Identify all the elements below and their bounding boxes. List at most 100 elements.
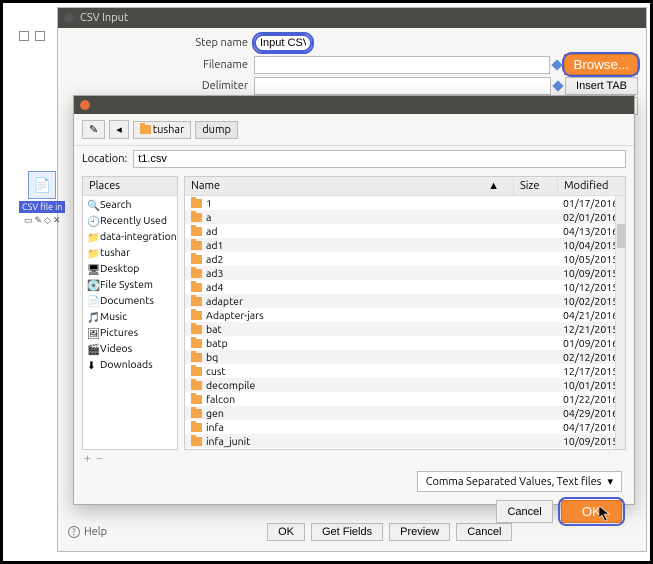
place-icon: 📁: [87, 231, 97, 241]
places-item[interactable]: 📁data-integration: [83, 228, 177, 244]
file-row[interactable]: ad110/04/2015: [185, 238, 625, 252]
place-icon: 📁: [87, 247, 97, 257]
file-row[interactable]: cust12/17/2015: [185, 364, 625, 378]
places-item[interactable]: 📄Documents: [83, 292, 177, 308]
close-icon[interactable]: [80, 100, 90, 110]
place-icon: 🎬: [87, 343, 97, 353]
scrollbar[interactable]: [615, 196, 625, 449]
folder-icon: [191, 199, 202, 208]
folder-icon: [191, 409, 202, 418]
folder-icon: [191, 367, 202, 376]
csv-step-node[interactable]: 📄 CSV file in ▭✎◇✕: [19, 171, 65, 226]
folder-icon: [191, 241, 202, 250]
browse-button[interactable]: Browse...: [564, 54, 638, 75]
fd-titlebar: [74, 96, 634, 114]
places-item[interactable]: 🖥Desktop: [83, 260, 177, 276]
places-item[interactable]: 🎬Videos: [83, 340, 177, 356]
places-panel: Places 🔍Search🕘Recently Used📁data-integr…: [82, 176, 178, 450]
step-name-label: Step name: [66, 37, 254, 49]
col-size-header[interactable]: Size: [513, 177, 557, 195]
place-icon: 🖼: [87, 327, 97, 337]
file-row[interactable]: infa04/17/2016: [185, 420, 625, 434]
folder-icon: [191, 297, 202, 306]
place-icon: 💽: [87, 279, 97, 289]
file-row[interactable]: ad310/09/2015: [185, 266, 625, 280]
file-row[interactable]: ad410/12/2015: [185, 280, 625, 294]
csv-step-icon: 📄: [28, 171, 56, 199]
places-item[interactable]: 📁tushar: [83, 244, 177, 260]
places-header: Places: [83, 177, 177, 196]
close-icon[interactable]: [64, 13, 74, 23]
place-icon: ⬇: [87, 359, 97, 369]
crumb-dump[interactable]: dump: [195, 121, 238, 139]
delimiter-input[interactable]: [254, 77, 551, 95]
file-row[interactable]: batp01/09/2016: [185, 336, 625, 350]
fd-ok-button[interactable]: OK: [561, 500, 622, 523]
place-icon: 📄: [87, 295, 97, 305]
folder-icon: [191, 213, 202, 222]
file-row[interactable]: Adapter-jars04/21/2016: [185, 308, 625, 322]
crumb-tushar[interactable]: tushar: [133, 121, 191, 139]
toolbar-stub: [19, 31, 49, 45]
csv-title: CSV Input: [80, 12, 128, 24]
folder-icon: [191, 325, 202, 334]
fd-toolbar: ✎ ◂ tushar dump: [74, 114, 634, 146]
file-row[interactable]: bat12/21/2015: [185, 322, 625, 336]
step-name-input[interactable]: [254, 34, 312, 52]
file-row[interactable]: infa_junit10/09/2015: [185, 434, 625, 448]
bookmark-buttons[interactable]: + −: [74, 450, 634, 467]
variable-icon[interactable]: [552, 59, 563, 70]
sort-asc-icon: ▲: [488, 180, 507, 192]
folder-icon: [191, 381, 202, 390]
node-toolbar: ▭✎◇✕: [19, 215, 65, 226]
place-icon: 🖥: [87, 263, 97, 273]
folder-icon: [191, 269, 202, 278]
folder-icon: [140, 125, 151, 134]
place-icon: 🎵: [87, 311, 97, 321]
file-chooser-dialog: ✎ ◂ tushar dump Location: Places 🔍Search…: [73, 95, 635, 505]
location-input[interactable]: [133, 150, 626, 168]
file-row[interactable]: ad04/13/2016: [185, 224, 625, 238]
csv-titlebar: CSV Input: [58, 8, 646, 28]
back-button[interactable]: ◂: [109, 120, 129, 139]
delimiter-label: Delimiter: [66, 80, 254, 92]
col-name-header[interactable]: Name ▲: [185, 177, 513, 195]
col-modified-header[interactable]: Modified: [557, 177, 625, 195]
places-item[interactable]: 🔍Search: [83, 196, 177, 212]
file-row[interactable]: adapter10/02/2015: [185, 294, 625, 308]
csv-step-label: CSV file in: [19, 201, 65, 213]
places-item[interactable]: 🎵Music: [83, 308, 177, 324]
file-filter-combo[interactable]: Comma Separated Values, Text files ▾: [417, 471, 622, 492]
file-row[interactable]: gen04/29/2016: [185, 406, 625, 420]
folder-icon: [191, 283, 202, 292]
file-row[interactable]: falcon01/22/2016: [185, 392, 625, 406]
filename-input[interactable]: [254, 56, 550, 74]
places-item[interactable]: ⬇Downloads: [83, 356, 177, 372]
chevron-down-icon: ▾: [607, 475, 613, 488]
folder-icon: [191, 353, 202, 362]
folder-icon: [191, 395, 202, 404]
help-icon: ?: [68, 526, 80, 538]
file-row[interactable]: bq02/12/2016: [185, 350, 625, 364]
places-item[interactable]: 💽File System: [83, 276, 177, 292]
places-item[interactable]: 🖼Pictures: [83, 324, 177, 340]
file-list-panel: Name ▲ Size Modified 101/17/2016a02/01/2…: [184, 176, 626, 450]
help-link[interactable]: ? Help: [68, 526, 107, 538]
folder-icon: [191, 423, 202, 432]
place-icon: 🕘: [87, 215, 97, 225]
insert-tab-button[interactable]: Insert TAB: [565, 77, 638, 95]
folder-icon: [191, 339, 202, 348]
file-row[interactable]: a02/01/2016: [185, 210, 625, 224]
variable-icon[interactable]: [552, 80, 563, 91]
file-row[interactable]: 101/17/2016: [185, 196, 625, 210]
folder-icon: [191, 227, 202, 236]
file-row[interactable]: decompile10/01/2015: [185, 378, 625, 392]
file-row[interactable]: ad210/05/2015: [185, 252, 625, 266]
fd-cancel-button[interactable]: Cancel: [496, 500, 552, 523]
write-icon[interactable]: ✎: [82, 120, 105, 139]
folder-icon: [191, 311, 202, 320]
location-row: Location:: [74, 146, 634, 172]
place-icon: 🔍: [87, 199, 97, 209]
filename-label: Filename: [66, 59, 254, 71]
places-item[interactable]: 🕘Recently Used: [83, 212, 177, 228]
